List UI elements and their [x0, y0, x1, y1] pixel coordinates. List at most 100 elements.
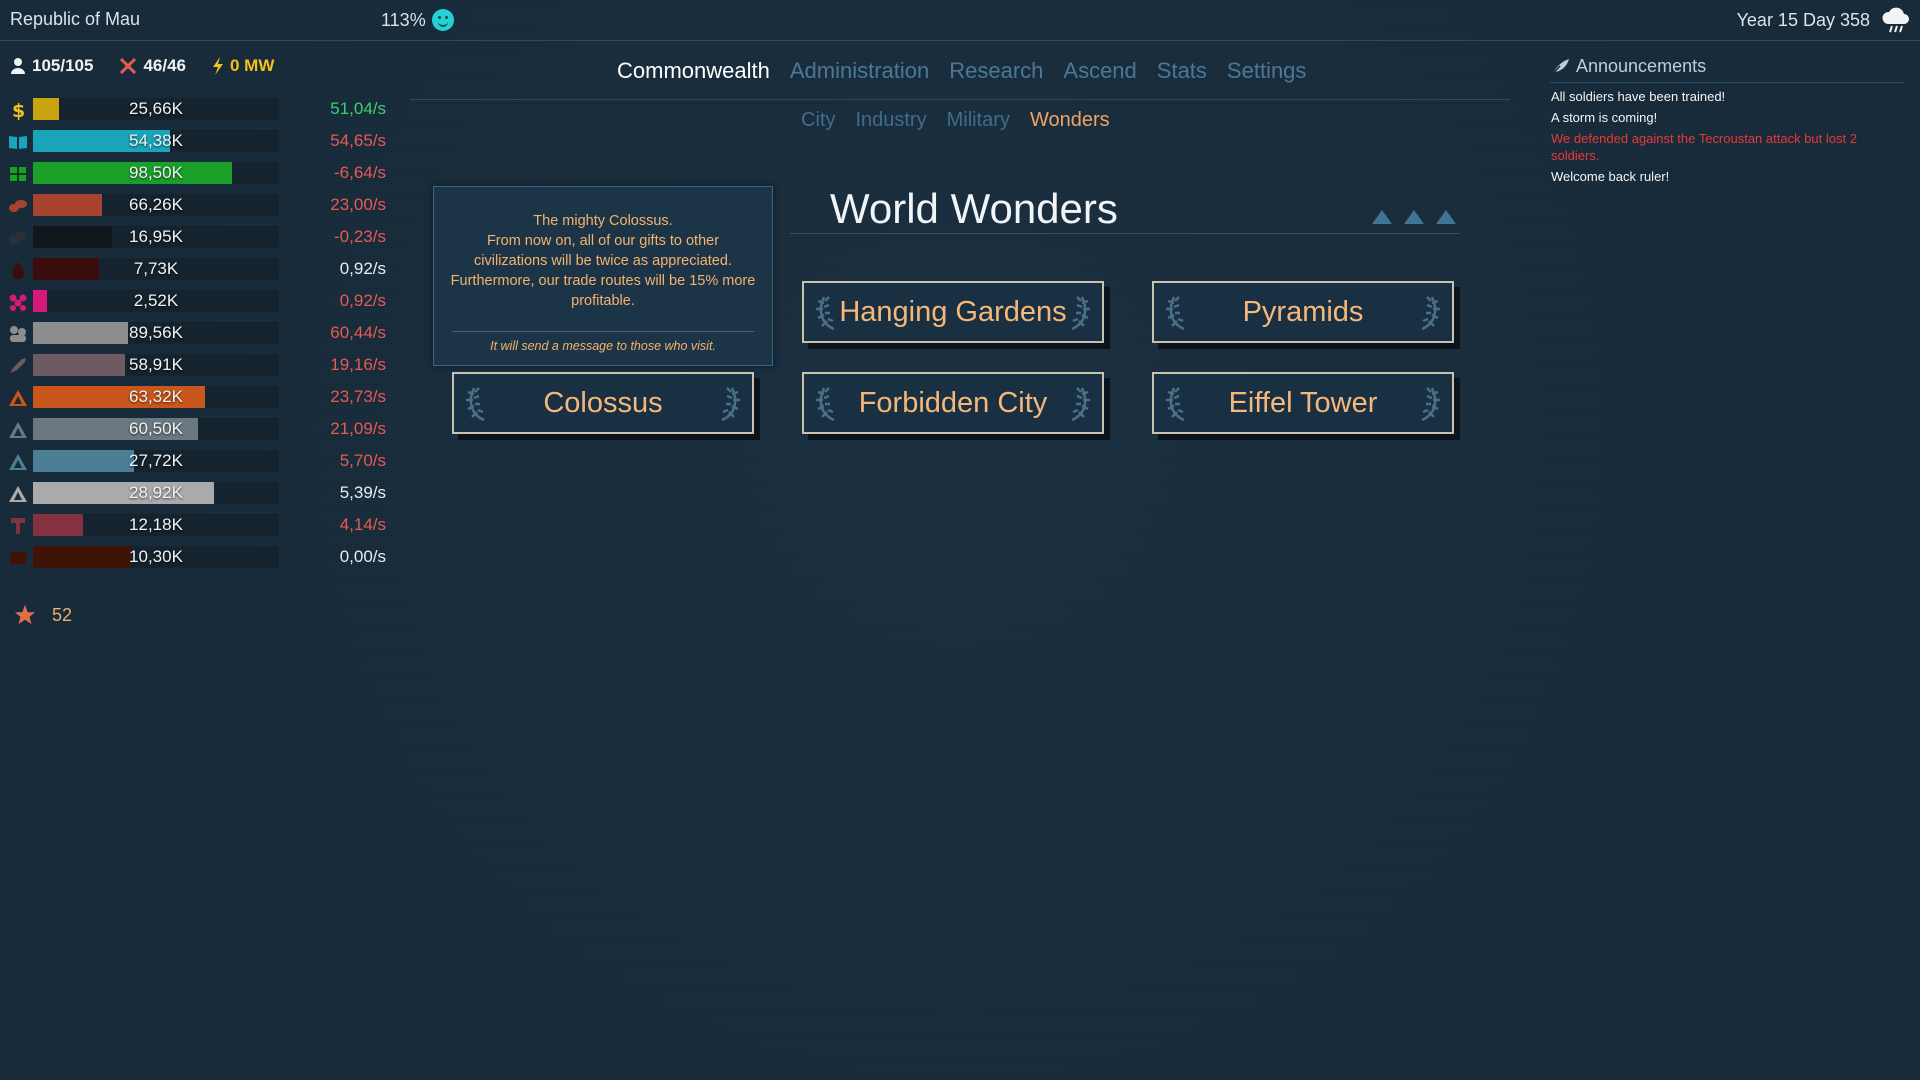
resource-rate: 51,04/s: [330, 99, 386, 118]
soldiers-count: 46/46: [143, 56, 186, 75]
wood-icon: [8, 196, 28, 216]
resource-rate: 54,65/s: [330, 131, 386, 150]
book-icon: [8, 132, 28, 152]
lightning-icon: [213, 57, 223, 75]
title-decoration: [1372, 210, 1456, 224]
hanging-gardens-button[interactable]: Hanging Gardens: [802, 281, 1104, 343]
government-name: Republic of Mau: [10, 9, 141, 29]
resource-row[interactable]: 10,30K 0,00/s: [6, 542, 386, 574]
tab-stats[interactable]: Stats: [1157, 58, 1207, 84]
resource-row[interactable]: 12,18K 4,14/s: [6, 510, 386, 542]
tab-commonwealth[interactable]: Commonwealth: [617, 58, 770, 84]
ore-icon: [8, 420, 28, 440]
happiness-indicator[interactable]: 113%: [381, 9, 454, 31]
triangle-icon: [1436, 210, 1456, 224]
resource-rate: 4,14/s: [339, 515, 386, 534]
resource-row[interactable]: 28,92K 5,39/s: [6, 478, 386, 510]
resource-row[interactable]: 7,73K 0,92/s: [6, 254, 386, 286]
gem-icon: [8, 292, 28, 312]
resource-rate: -6,64/s: [334, 163, 386, 182]
smiley-icon: [431, 9, 454, 31]
wonder-label: Eiffel Tower: [1228, 386, 1378, 419]
resource-amount: 28,92K: [129, 483, 183, 502]
person-icon: [11, 58, 25, 74]
oil-icon: [8, 260, 28, 280]
subtab-city[interactable]: City: [801, 109, 835, 132]
stone-icon: [8, 228, 28, 248]
laurel-icon: [1071, 387, 1090, 422]
resource-row[interactable]: 54,38K 54,65/s: [6, 126, 386, 158]
tab-research[interactable]: Research: [949, 58, 1043, 84]
game-date: Year 15 Day 358: [1736, 10, 1870, 30]
food-icon: [8, 164, 28, 184]
resource-amount: 25,66K: [129, 99, 183, 118]
svg-text:$: $: [12, 100, 25, 120]
rocket-icon: [8, 356, 28, 376]
subtab-industry[interactable]: Industry: [855, 109, 926, 132]
people-icon: [8, 324, 28, 344]
resource-row[interactable]: 66,26K 23,00/s: [6, 190, 386, 222]
tooltip-line: From now on, all of our gifts to other c…: [474, 233, 732, 269]
laurel-icon: [1071, 296, 1090, 331]
resource-row[interactable]: $25,66K 51,04/s: [6, 94, 386, 126]
resource-row[interactable]: 63,32K 23,73/s: [6, 382, 386, 414]
resource-list: $25,66K 51,04/s 54,38K 54,65/s 98,50K -6,64/s…: [6, 94, 386, 574]
resource-rate: -0,23/s: [334, 227, 386, 246]
resource-row[interactable]: 27,72K 5,70/s: [6, 446, 386, 478]
resource-row[interactable]: 2,52K 0,92/s: [6, 286, 386, 318]
resource-rate: 23,00/s: [330, 195, 386, 214]
tooltip-description: The mighty Colossus. From now on, all of…: [450, 211, 756, 311]
storm-cloud-icon[interactable]: [1880, 6, 1912, 34]
resource-row[interactable]: 60,50K 21,09/s: [6, 414, 386, 446]
subtab-military[interactable]: Military: [947, 109, 1010, 132]
resource-amount: 98,50K: [129, 163, 183, 182]
resource-amount: 54,38K: [129, 131, 183, 150]
tab-ascend[interactable]: Ascend: [1063, 58, 1136, 84]
resource-rate: 5,39/s: [339, 483, 386, 502]
pyramids-button[interactable]: Pyramids: [1152, 281, 1454, 343]
laurel-icon: [466, 387, 485, 422]
resource-rate: 23,73/s: [330, 387, 386, 406]
forbidden-city-button[interactable]: Forbidden City: [802, 372, 1104, 434]
brick-icon: [8, 548, 28, 568]
sub-nav: City Industry Military Wonders: [801, 109, 1110, 132]
announcements-header: Announcements: [1550, 56, 1706, 77]
laurel-icon: [1166, 387, 1185, 422]
page-title: World Wonders: [830, 185, 1118, 232]
eiffel-tower-button[interactable]: Eiffel Tower: [1152, 372, 1454, 434]
power-stat[interactable]: 0 MW: [212, 56, 274, 76]
ore-icon: [8, 484, 28, 504]
resource-row[interactable]: 98,50K -6,64/s: [6, 158, 386, 190]
tab-administration[interactable]: Administration: [790, 58, 929, 84]
tool-icon: [8, 516, 28, 536]
laurel-icon: [1166, 296, 1185, 331]
power-value: 0 MW: [230, 56, 275, 75]
resource-row[interactable]: 58,91K 19,16/s: [6, 350, 386, 382]
resource-rate: 0,92/s: [339, 291, 386, 310]
resource-amount: 2,52K: [133, 291, 179, 310]
resource-row[interactable]: 16,95K -0,23/s: [6, 222, 386, 254]
resource-rate: 60,44/s: [330, 323, 386, 342]
prestige-stat[interactable]: 52: [14, 604, 72, 626]
resource-row[interactable]: 89,56K 60,44/s: [6, 318, 386, 350]
announcements-divider: [1550, 82, 1905, 83]
colossus-button[interactable]: Colossus: [452, 372, 754, 434]
wonder-label: Colossus: [543, 386, 663, 419]
laurel-icon: [1421, 387, 1440, 422]
money-icon: $: [8, 100, 28, 120]
subtab-wonders[interactable]: Wonders: [1030, 109, 1110, 132]
soldiers-stat[interactable]: 46/46: [119, 56, 186, 76]
population-stat[interactable]: 105/105: [10, 56, 93, 76]
laurel-icon: [816, 387, 835, 422]
resource-amount: 89,56K: [129, 323, 183, 342]
laurel-icon: [816, 296, 835, 331]
laurel-icon: [721, 387, 740, 422]
resource-amount: 58,91K: [129, 355, 183, 374]
wonder-label: Pyramids: [1242, 295, 1364, 328]
tooltip-note: It will send a message to those who visi…: [490, 339, 716, 353]
resource-amount: 16,95K: [129, 227, 183, 246]
resource-amount: 12,18K: [129, 515, 183, 534]
triangle-icon: [1404, 210, 1424, 224]
tab-settings[interactable]: Settings: [1227, 58, 1307, 84]
resource-amount: 60,50K: [129, 419, 183, 438]
